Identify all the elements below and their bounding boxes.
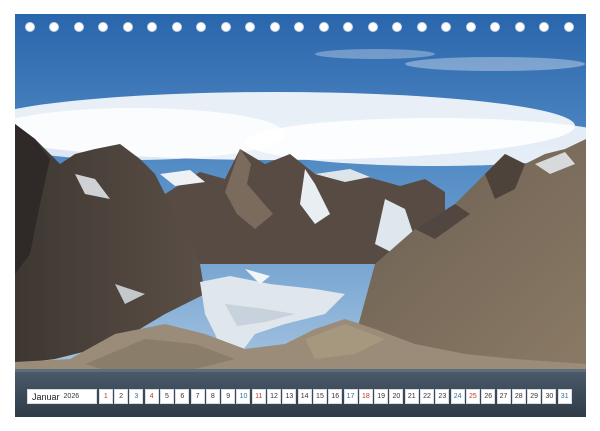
day-cell: 6 (175, 389, 190, 404)
mountain-landscape-photo (15, 14, 586, 417)
day-cell: 13 (282, 389, 297, 404)
day-cell: 19 (374, 389, 389, 404)
day-cell: 18 (358, 389, 373, 404)
binding-ring (539, 22, 549, 32)
binding-ring (270, 22, 280, 32)
binding-ring (392, 22, 402, 32)
binding-ring (441, 22, 451, 32)
day-cell: 26 (481, 389, 496, 404)
day-cell: 21 (404, 389, 419, 404)
binding-ring (294, 22, 304, 32)
day-cell: 31 (557, 389, 572, 404)
day-cell: 23 (435, 389, 450, 404)
day-cell: 24 (450, 389, 465, 404)
binding-ring (123, 22, 133, 32)
binding-ring (417, 22, 427, 32)
day-cell: 1 (98, 389, 113, 404)
day-cell: 12 (267, 389, 282, 404)
day-cell: 5 (159, 389, 174, 404)
day-cell: 28 (511, 389, 526, 404)
binding-ring (49, 22, 59, 32)
day-cell: 20 (389, 389, 404, 404)
month-name: Januar (32, 391, 60, 402)
day-cell: 15 (312, 389, 327, 404)
day-cell: 9 (221, 389, 236, 404)
spiral-binding (0, 22, 600, 42)
binding-ring (98, 22, 108, 32)
day-cell: 10 (236, 389, 251, 404)
binding-ring (515, 22, 525, 32)
day-cell: 7 (190, 389, 205, 404)
binding-ring (221, 22, 231, 32)
binding-ring (245, 22, 255, 32)
month-label: Januar 2026 (27, 389, 97, 404)
day-cell: 22 (420, 389, 435, 404)
binding-ring (25, 22, 35, 32)
day-cell: 16 (328, 389, 343, 404)
binding-ring (466, 22, 476, 32)
day-cell: 27 (496, 389, 511, 404)
binding-ring (368, 22, 378, 32)
year-label: 2026 (63, 393, 80, 400)
calendar-strip: Januar 2026 1 2 3 4 5 6 7 8 9 10 11 12 13 14 15 16 17 18 1… (27, 389, 573, 404)
day-cell: 25 (465, 389, 480, 404)
day-cell: 11 (251, 389, 266, 404)
calendar-page: Januar 2026 1 2 3 4 5 6 7 8 9 10 11 12 13 14 15 16 17 18 1… (0, 0, 600, 431)
day-cell: 30 (542, 389, 557, 404)
binding-ring (172, 22, 182, 32)
binding-ring (147, 22, 157, 32)
day-cells: 1 2 3 4 5 6 7 8 9 10 11 12 13 14 15 16 17 18 19 20 21 22 23 24 2… (98, 389, 573, 404)
binding-ring (343, 22, 353, 32)
day-cell: 2 (114, 389, 129, 404)
day-cell: 17 (343, 389, 358, 404)
binding-ring (74, 22, 84, 32)
day-cell: 14 (297, 389, 312, 404)
day-cell: 29 (527, 389, 542, 404)
day-cell: 4 (144, 389, 159, 404)
binding-ring (196, 22, 206, 32)
binding-ring (564, 22, 574, 32)
binding-ring (490, 22, 500, 32)
day-cell: 3 (129, 389, 144, 404)
day-cell: 8 (205, 389, 220, 404)
binding-ring (319, 22, 329, 32)
